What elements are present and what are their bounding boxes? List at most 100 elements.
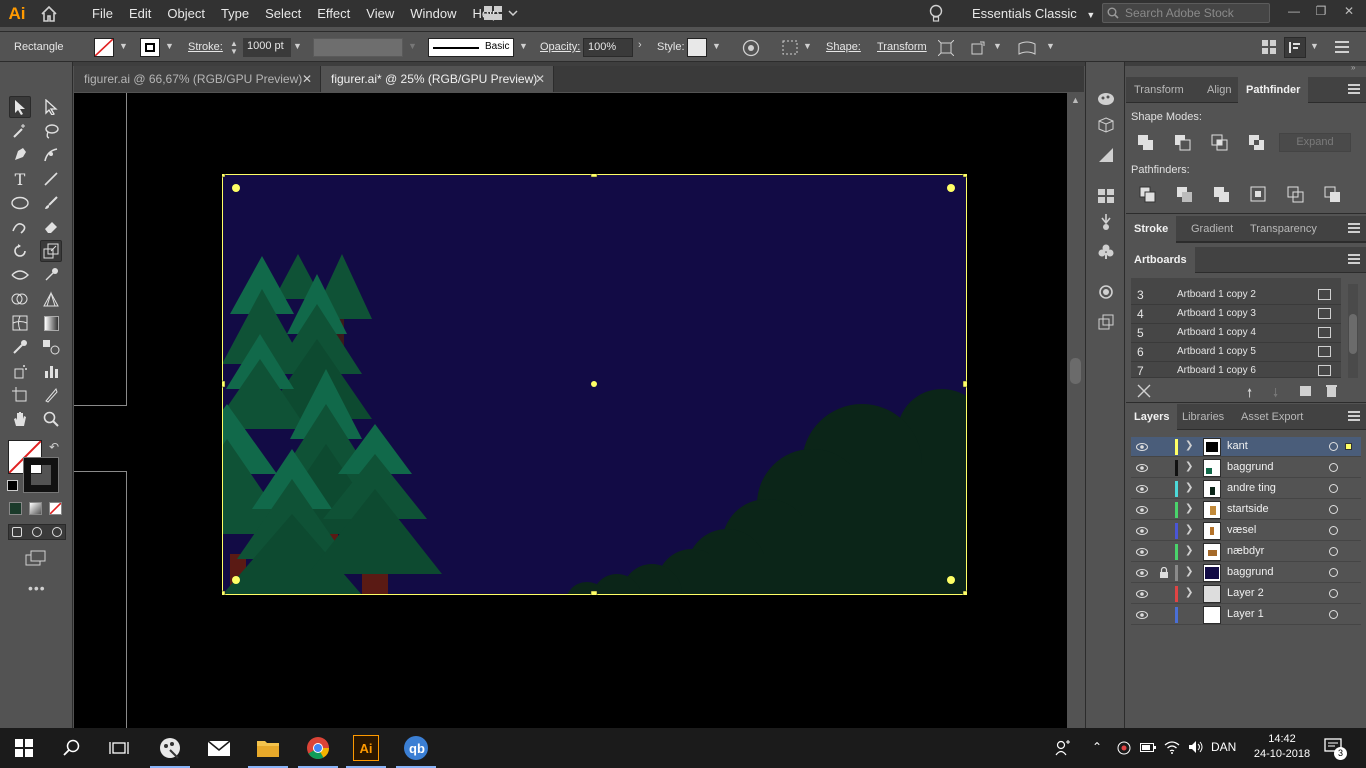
layer-name[interactable]: Layer 1 [1227,608,1264,620]
isolate-icon[interactable] [937,39,955,59]
brush-definition[interactable]: Basic [428,38,514,57]
menu-type[interactable]: Type [213,0,257,27]
symbols-icon[interactable] [1096,241,1116,261]
paintbrush-tool-icon[interactable] [40,192,62,214]
line-segment-tool-icon[interactable] [40,168,62,190]
screen-mode-icon[interactable] [25,550,47,569]
artboards-scrollbar[interactable] [1348,284,1358,378]
menu-file[interactable]: File [84,0,121,27]
expand-chevron-icon[interactable]: ❯ [1185,440,1193,451]
artboards-icon[interactable] [1096,312,1116,332]
opacity-arrow-icon[interactable]: › [638,39,642,51]
menu-window[interactable]: Window [402,0,464,27]
stroke-weight-input[interactable]: 1000 pt [243,38,291,57]
swatches-icon[interactable] [1096,186,1116,206]
outline-icon[interactable] [1287,186,1305,204]
visibility-eye-icon[interactable] [1136,483,1148,495]
brush-dropdown-icon[interactable]: ▼ [519,41,528,51]
unite-icon[interactable] [1137,134,1155,152]
artboard-options-icon[interactable] [1318,308,1331,319]
app-icon-painter[interactable] [156,734,184,762]
merge-icon[interactable] [1213,186,1231,204]
people-icon[interactable] [1055,740,1071,759]
graphic-styles-icon[interactable] [1096,282,1116,302]
panel-menu-icon[interactable] [1348,223,1360,233]
move-down-icon[interactable]: 🠗 [1273,384,1278,405]
trim-icon[interactable] [1176,186,1194,204]
draw-modes[interactable] [8,524,66,540]
rearrange-artboards-icon[interactable] [1137,384,1151,401]
artboard-options-icon[interactable] [1318,289,1331,300]
clock[interactable]: 14:42 24-10-2018 [1252,732,1312,762]
fill-swatch[interactable] [94,38,114,57]
type-tool-icon[interactable]: T [9,168,31,190]
layer-row[interactable]: ❯ andre ting [1131,479,1361,499]
home-icon[interactable] [34,0,64,27]
distort-dropdown-icon[interactable]: ▼ [1046,41,1055,51]
perspective-grid-tool-icon[interactable] [40,288,62,310]
search-stock-input[interactable]: Search Adobe Stock [1102,3,1270,23]
target-icon[interactable] [1329,589,1338,598]
layer-name[interactable]: kant [1227,440,1248,452]
stroke-label[interactable]: Stroke: [188,32,223,62]
tab-stroke[interactable]: Stroke [1126,216,1177,243]
scale-tool-icon[interactable] [40,240,62,262]
swap-colors-icon[interactable]: ↶ [49,440,59,454]
target-icon[interactable] [1329,568,1338,577]
mesh-tool-icon[interactable] [9,312,31,334]
arrange-icon[interactable] [1262,40,1276,57]
layer-row[interactable]: Layer 1 [1131,605,1361,625]
layer-row[interactable]: ❯ næbdyr [1131,542,1361,562]
expand-button[interactable]: Expand [1279,133,1351,152]
selection-indicator[interactable] [1345,443,1352,450]
variable-width-profile[interactable] [313,38,403,57]
tab-transparency[interactable]: Transparency [1242,216,1325,242]
tab-pathfinder[interactable]: Pathfinder [1238,77,1309,104]
artboard-row[interactable]: 3 Artboard 1 copy 2 [1131,286,1341,305]
collapse-panels-icon[interactable]: » [1351,63,1355,72]
tab-layers[interactable]: Layers [1126,404,1178,431]
layer-name[interactable]: startside [1227,503,1269,515]
layer-name[interactable]: næbdyr [1227,545,1264,557]
battery-icon[interactable] [1140,741,1156,756]
illustrator-taskbar-icon[interactable]: Ai [353,735,379,761]
visibility-eye-icon[interactable] [1136,609,1148,621]
curvature-tool-icon[interactable] [40,144,62,166]
restore-button[interactable]: ❐ [1309,0,1333,22]
symbol-sprayer-tool-icon[interactable] [9,360,31,382]
tab-artboards[interactable]: Artboards [1126,247,1195,274]
task-view-icon[interactable] [105,734,133,762]
volume-icon[interactable] [1188,740,1204,757]
profile-dropdown-icon[interactable]: ▼ [408,41,417,51]
puppet-warp-tool-icon[interactable] [40,264,62,286]
minus-back-icon[interactable] [1324,186,1342,204]
eraser-tool-icon[interactable] [40,216,62,238]
move-up-icon[interactable]: 🠕 [1247,384,1252,405]
chrome-icon[interactable] [304,734,332,762]
layer-row[interactable]: ❯ kant [1131,437,1361,457]
artboard-tool-icon[interactable] [9,384,31,406]
visibility-eye-icon[interactable] [1136,546,1148,558]
layer-name[interactable]: Layer 2 [1227,587,1264,599]
new-artboard-icon[interactable] [1300,386,1311,396]
edit-toolbar-icon[interactable]: ••• [28,580,46,596]
tab-figurer-25[interactable]: figurer.ai* @ 25% (RGB/GPU Preview) ✕ [321,66,554,92]
gradient-tool-icon[interactable] [40,312,62,334]
vertical-scrollbar[interactable]: ▲ [1067,93,1084,728]
style-swatch[interactable] [687,38,707,57]
target-icon[interactable] [1329,463,1338,472]
visibility-eye-icon[interactable] [1136,525,1148,537]
crop-icon[interactable] [1250,186,1268,204]
layer-name[interactable]: væsel [1227,524,1256,536]
zoom-tool-icon[interactable] [40,408,62,430]
properties-panel-icon[interactable] [1284,37,1306,58]
menu-effect[interactable]: Effect [309,0,358,27]
windows-start-icon[interactable] [10,734,38,762]
layer-row[interactable]: ❯ baggrund [1131,563,1361,583]
tab-transform[interactable]: Transform [1126,77,1192,103]
scrollbar-thumb[interactable] [1070,358,1081,384]
input-language[interactable]: DAN [1211,740,1236,754]
rotate-tool-icon[interactable] [9,240,31,262]
lasso-tool-icon[interactable] [40,120,62,142]
minimize-button[interactable]: — [1282,0,1306,22]
